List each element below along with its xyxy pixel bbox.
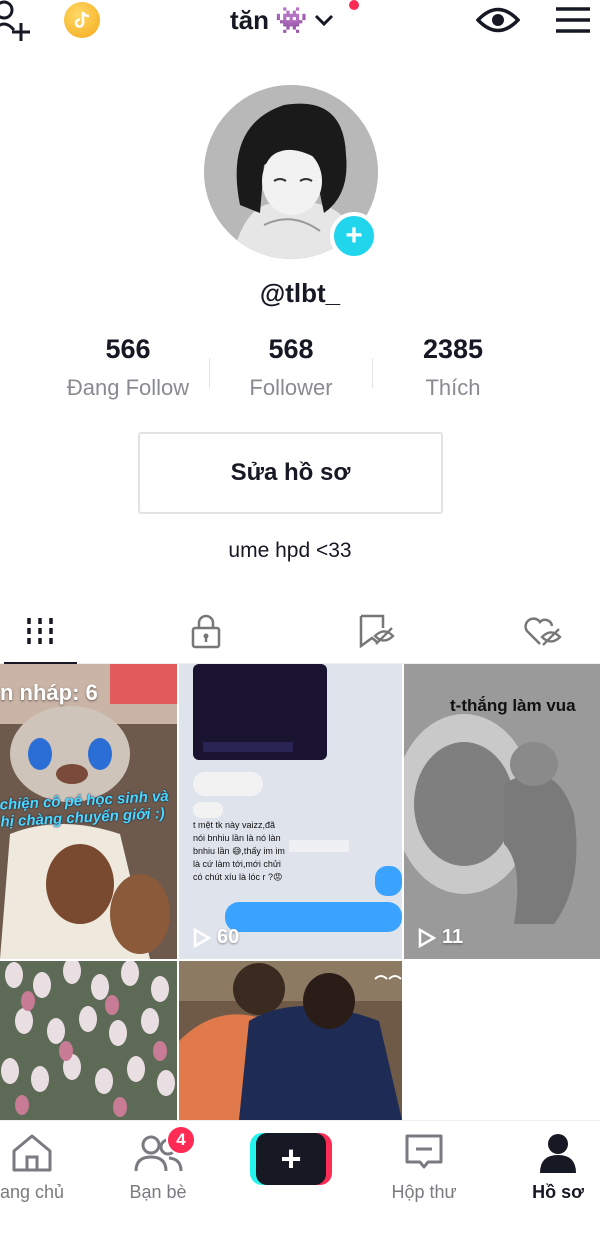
stat-value: 568 — [268, 334, 314, 364]
nav-home[interactable]: ang chủ — [0, 1133, 92, 1203]
play-icon — [193, 927, 211, 948]
drafts-tile[interactable]: n nháp: 6 chiện cô pé học sinh và hị chà… — [0, 664, 177, 959]
stat-value: 566 — [105, 334, 151, 364]
stat-label: Follower — [249, 375, 333, 400]
profile-stats: 566 Đang Follow 568 Follower 2385 Thích — [0, 334, 600, 414]
account-name: tăn — [230, 4, 269, 35]
video-grid: n nháp: 6 chiện cô pé học sinh và hị chà… — [0, 664, 600, 1120]
stat-value: 2385 — [422, 334, 484, 364]
video-title: t-thắng làm vua — [450, 696, 576, 715]
bottom-navigation: ang chủ Bạn bè 4 + Hộp thư Hồ sơ — [0, 1120, 600, 1233]
nav-label: Hồ sơ — [532, 1182, 584, 1202]
profile-tabs — [0, 598, 600, 665]
tab-saved[interactable] — [336, 598, 416, 664]
notification-badge: 4 — [166, 1125, 196, 1155]
tab-videos[interactable] — [0, 598, 80, 665]
menu-icon[interactable] — [550, 2, 596, 38]
chevron-down-icon — [315, 14, 334, 27]
lock-icon — [191, 614, 221, 649]
video-thumbnail — [179, 961, 402, 1120]
edit-profile-button[interactable]: Sửa hồ sơ — [138, 432, 443, 514]
video-thumbnail — [179, 664, 402, 959]
view-count: 11 — [418, 926, 463, 949]
video-tile[interactable]: t-thắng làm vua 11 — [404, 664, 600, 959]
view-count: 60 — [193, 926, 239, 949]
profile-icon — [540, 1134, 576, 1173]
top-bar: tăn 👾 — [0, 0, 600, 42]
stat-following[interactable]: 566 Đang Follow — [43, 334, 213, 401]
notification-dot — [349, 0, 359, 10]
nav-label: Bạn bè — [129, 1182, 187, 1202]
nav-inbox[interactable]: Hộp thư — [364, 1133, 484, 1203]
video-tile[interactable] — [179, 961, 402, 1120]
heart-hidden-icon — [524, 617, 562, 646]
nav-profile[interactable]: Hồ sơ — [498, 1133, 600, 1203]
nav-label: ang chủ — [0, 1182, 65, 1202]
add-user-icon[interactable] — [0, 0, 36, 42]
username: @tlbt_ — [259, 278, 341, 308]
inbox-icon — [405, 1134, 443, 1169]
stat-label: Đang Follow — [66, 375, 190, 400]
stat-followers[interactable]: 568 Follower — [206, 334, 376, 401]
stat-likes[interactable]: 2385 Thích — [368, 334, 538, 401]
empty-grid-cell — [404, 961, 600, 1120]
plus-icon: + — [345, 219, 363, 252]
grid-icon — [27, 618, 53, 644]
video-tile[interactable]: t mệt tk này vaizz,đã nói bnhiu lần là n… — [179, 664, 402, 959]
video-tile[interactable] — [0, 961, 177, 1120]
tab-liked[interactable] — [502, 598, 582, 664]
create-button[interactable]: + — [250, 1133, 332, 1185]
account-emoji: 👾 — [275, 5, 308, 35]
coin-icon[interactable] — [62, 2, 102, 38]
add-avatar-button[interactable]: + — [330, 212, 378, 260]
video-caption: t mệt tk này vaizz,đã nói bnhiu lần là n… — [193, 820, 285, 882]
view-count-value: 11 — [442, 926, 464, 948]
bio: ume hpd <33 — [228, 539, 352, 562]
view-count-value: 60 — [217, 926, 240, 948]
nav-friends[interactable]: Bạn bè — [98, 1133, 218, 1203]
video-thumbnail — [0, 961, 177, 1120]
bookmark-hidden-icon — [359, 614, 395, 648]
home-icon — [12, 1134, 52, 1172]
eye-icon[interactable] — [474, 2, 522, 38]
nav-label: Hộp thư — [391, 1182, 457, 1202]
account-switcher[interactable]: tăn 👾 — [230, 0, 359, 40]
plus-icon: + — [256, 1133, 326, 1185]
tab-private[interactable] — [166, 598, 246, 664]
stat-label: Thích — [425, 375, 481, 400]
play-icon — [418, 927, 436, 948]
drafts-label: n nháp: 6 — [0, 680, 98, 705]
